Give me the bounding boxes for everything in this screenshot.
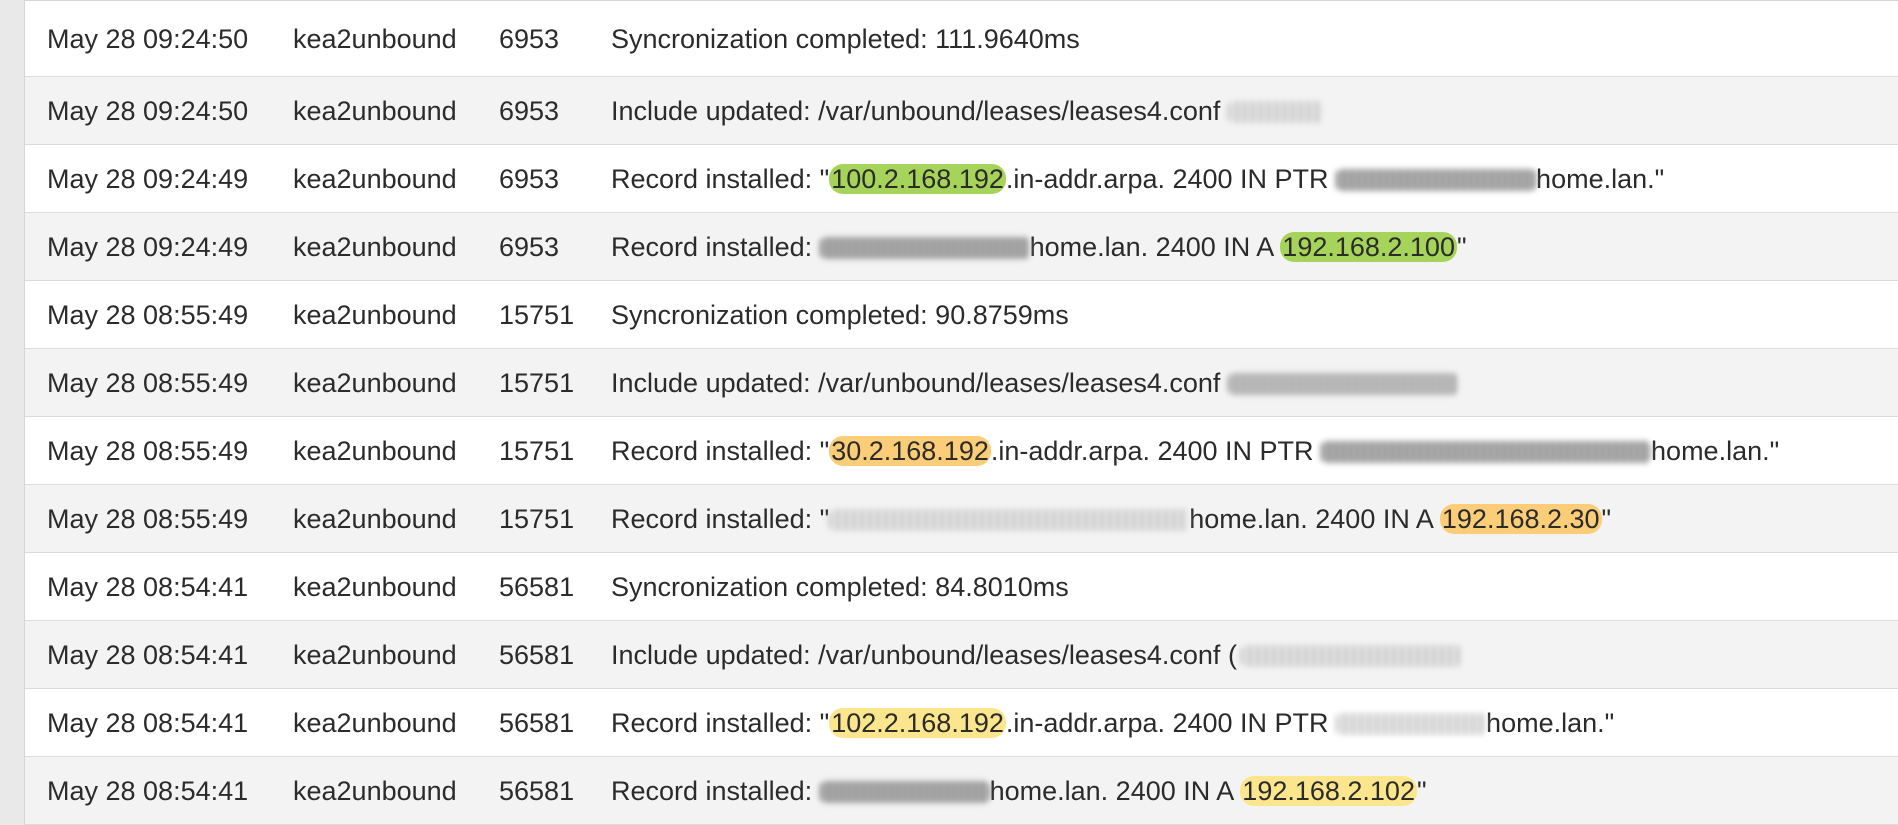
log-date: May 28 09:24:50 bbox=[47, 23, 249, 54]
log-message-suffix: " bbox=[1456, 231, 1467, 262]
log-table: May 28 09:24:50 kea2unbound 6953 Syncron… bbox=[24, 0, 1898, 825]
log-message-middle: home.lan. 2400 IN A bbox=[1189, 503, 1440, 534]
log-date: May 28 08:55:49 bbox=[47, 299, 249, 330]
log-pid: 56581 bbox=[499, 775, 575, 806]
log-pid: 6953 bbox=[499, 95, 560, 126]
log-date: May 28 09:24:50 bbox=[47, 95, 249, 126]
log-pid: 6953 bbox=[499, 23, 560, 54]
log-pid: 15751 bbox=[499, 299, 575, 330]
log-message: Record installed: " home.lan. 2400 IN A 1… bbox=[611, 502, 1611, 536]
highlighted-ip: 192.168.2.102 bbox=[1240, 775, 1417, 806]
log-pid: 6953 bbox=[499, 163, 560, 194]
log-row: May 28 08:55:49 kea2unbound 15751 Record… bbox=[25, 485, 1898, 553]
log-pid: 56581 bbox=[499, 639, 575, 670]
log-row: May 28 08:55:49 kea2unbound 15751 Includ… bbox=[25, 349, 1898, 417]
log-row: May 28 08:55:49 kea2unbound 15751 Syncro… bbox=[25, 281, 1898, 349]
redacted-text bbox=[1228, 101, 1324, 124]
log-date: May 28 08:55:49 bbox=[47, 435, 249, 466]
log-message-middle: home.lan. 2400 IN A bbox=[1029, 231, 1281, 262]
log-process: kea2unbound bbox=[293, 503, 457, 534]
redacted-text bbox=[1240, 645, 1461, 668]
log-pid: 6953 bbox=[499, 231, 560, 262]
log-date: May 28 09:24:49 bbox=[47, 231, 249, 262]
log-date: May 28 08:54:41 bbox=[47, 775, 249, 806]
redacted-hostname bbox=[1336, 169, 1537, 192]
log-row: May 28 08:54:41 kea2unbound 56581 Record… bbox=[25, 689, 1898, 757]
log-date: May 28 08:55:49 bbox=[47, 367, 249, 398]
log-message: Syncronization completed: 111.9640ms bbox=[611, 23, 1080, 54]
log-message: Syncronization completed: 90.8759ms bbox=[611, 299, 1069, 330]
redacted-hostname bbox=[819, 237, 1030, 260]
redacted-hostname bbox=[1321, 441, 1652, 464]
log-pid: 56581 bbox=[499, 707, 575, 738]
log-row: May 28 09:24:49 kea2unbound 6953 Record … bbox=[25, 213, 1898, 281]
log-message-middle: .in-addr.arpa. 2400 IN PTR bbox=[990, 435, 1322, 466]
log-message: Syncronization completed: 84.8010ms bbox=[611, 571, 1069, 602]
log-process: kea2unbound bbox=[293, 639, 457, 670]
log-message-text: Include updated: /var/unbound/leases/lea… bbox=[611, 367, 1221, 398]
log-message-prefix: Record installed: " bbox=[611, 503, 830, 534]
log-row: May 28 08:55:49 kea2unbound 15751 Record… bbox=[25, 417, 1898, 485]
log-date: May 28 08:54:41 bbox=[47, 571, 249, 602]
log-process: kea2unbound bbox=[293, 775, 457, 806]
log-row: May 28 08:54:41 kea2unbound 56581 Record… bbox=[25, 757, 1898, 825]
log-process: kea2unbound bbox=[293, 299, 457, 330]
log-message-prefix: Record installed: " bbox=[611, 707, 830, 738]
highlighted-ip: 192.168.2.100 bbox=[1280, 231, 1457, 262]
redacted-text bbox=[1228, 373, 1459, 396]
log-date: May 28 08:54:41 bbox=[47, 707, 249, 738]
log-message-prefix: Record installed: " bbox=[611, 163, 830, 194]
log-message-text: Include updated: /var/unbound/leases/lea… bbox=[611, 95, 1221, 126]
log-message-suffix: " bbox=[1416, 775, 1427, 806]
log-message-suffix: home.lan." bbox=[1486, 707, 1615, 738]
log-process: kea2unbound bbox=[293, 367, 457, 398]
log-message-text: Include updated: /var/unbound/leases/lea… bbox=[611, 639, 1237, 670]
highlighted-ip: 102.2.168.192 bbox=[829, 707, 1006, 738]
log-date: May 28 08:55:49 bbox=[47, 503, 249, 534]
log-pid: 56581 bbox=[499, 571, 575, 602]
log-process: kea2unbound bbox=[293, 571, 457, 602]
log-message: Record installed: home.lan. 2400 IN A 19… bbox=[611, 230, 1467, 264]
log-date: May 28 09:24:49 bbox=[47, 163, 249, 194]
log-message: Record installed: "30.2.168.192.in-addr.… bbox=[611, 434, 1779, 468]
log-message-middle: home.lan. 2400 IN A bbox=[989, 775, 1241, 806]
log-message-prefix: Record installed: bbox=[611, 775, 820, 806]
log-row: May 28 09:24:50 kea2unbound 6953 Syncron… bbox=[25, 1, 1898, 77]
log-message: Record installed: "102.2.168.192.in-addr… bbox=[611, 706, 1614, 740]
log-message-prefix: Record installed: " bbox=[611, 435, 830, 466]
log-message-suffix: home.lan." bbox=[1536, 163, 1665, 194]
log-message-suffix: " bbox=[1601, 503, 1612, 534]
log-message-middle: .in-addr.arpa. 2400 IN PTR bbox=[1005, 707, 1337, 738]
log-message: Record installed: home.lan. 2400 IN A 19… bbox=[611, 774, 1427, 808]
log-process: kea2unbound bbox=[293, 95, 457, 126]
log-message: Include updated: /var/unbound/leases/lea… bbox=[611, 638, 1461, 672]
log-message-suffix: home.lan." bbox=[1651, 435, 1780, 466]
log-process: kea2unbound bbox=[293, 23, 457, 54]
log-row: May 28 09:24:49 kea2unbound 6953 Record … bbox=[25, 145, 1898, 213]
log-pid: 15751 bbox=[499, 503, 575, 534]
log-message-middle: .in-addr.arpa. 2400 IN PTR bbox=[1005, 163, 1337, 194]
log-process: kea2unbound bbox=[293, 231, 457, 262]
log-date: May 28 08:54:41 bbox=[47, 639, 249, 670]
redacted-hostname bbox=[1336, 713, 1487, 736]
highlighted-ip: 100.2.168.192 bbox=[829, 163, 1006, 194]
log-row: May 28 08:54:41 kea2unbound 56581 Includ… bbox=[25, 621, 1898, 689]
log-pid: 15751 bbox=[499, 367, 575, 398]
redacted-hostname bbox=[829, 509, 1190, 532]
redacted-hostname bbox=[819, 781, 990, 804]
log-message-prefix: Record installed: bbox=[611, 231, 820, 262]
log-message: Record installed: "100.2.168.192.in-addr… bbox=[611, 162, 1664, 196]
log-row: May 28 08:54:41 kea2unbound 56581 Syncro… bbox=[25, 553, 1898, 621]
highlighted-ip: 30.2.168.192 bbox=[829, 435, 991, 466]
log-message: Include updated: /var/unbound/leases/lea… bbox=[611, 94, 1324, 128]
log-process: kea2unbound bbox=[293, 163, 457, 194]
log-process: kea2unbound bbox=[293, 707, 457, 738]
highlighted-ip: 192.168.2.30 bbox=[1439, 503, 1602, 534]
log-row: May 28 09:24:50 kea2unbound 6953 Include… bbox=[25, 77, 1898, 145]
log-process: kea2unbound bbox=[293, 435, 457, 466]
log-message: Include updated: /var/unbound/leases/lea… bbox=[611, 366, 1459, 400]
log-pid: 15751 bbox=[499, 435, 575, 466]
